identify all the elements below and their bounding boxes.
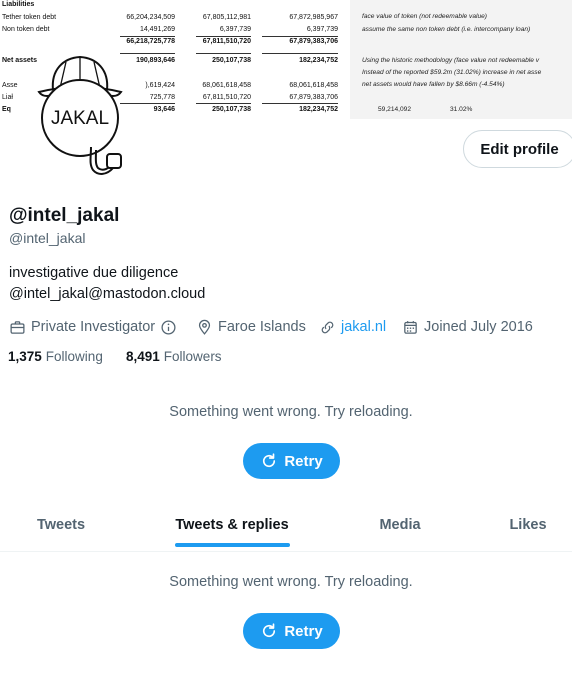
- banner-cell: 250,107,738: [212, 57, 251, 64]
- banner-row-label: Eq: [2, 106, 11, 113]
- divider: [120, 36, 175, 37]
- banner-note: face value of token (not redeemable valu…: [362, 13, 487, 20]
- banner-row-label: Liał: [2, 94, 13, 101]
- info-icon[interactable]: [160, 319, 177, 336]
- error-message: Something went wrong. Try reloading.: [169, 404, 413, 420]
- tab-tweets-and-replies[interactable]: Tweets & replies: [175, 517, 288, 533]
- bio-line: investigative due diligence: [9, 265, 179, 281]
- banner-row-label: Tether token debt: [2, 14, 57, 21]
- bio-line: @intel_jakal@mastodon.cloud: [9, 286, 206, 302]
- banner-note: Instead of the reported $59.2m (31.02%) …: [362, 69, 542, 76]
- user-handle: @intel_jakal: [9, 230, 86, 246]
- location-label: Faroe Islands: [218, 319, 306, 335]
- profile-location: Faroe Islands: [196, 317, 306, 337]
- error-message: Something went wrong. Try reloading.: [169, 574, 413, 590]
- edit-profile-button[interactable]: Edit profile: [463, 130, 572, 168]
- banner-cell: 182,234,752: [299, 57, 338, 64]
- banner-cell: 67,805,112,981: [202, 14, 251, 21]
- following-link[interactable]: 1,375 Following: [8, 349, 103, 364]
- retry-label: Retry: [284, 452, 323, 470]
- banner-note-figure: 31.02%: [450, 106, 473, 113]
- location-pin-icon: [196, 319, 213, 336]
- banner-row-label: Asse: [2, 82, 18, 89]
- banner-cell: 67,879,383,706: [289, 94, 338, 101]
- banner-cell: 67,879,383,706: [289, 38, 338, 45]
- display-name: @intel_jakal: [9, 205, 120, 226]
- banner-note-figure: 59,214,092: [378, 106, 412, 113]
- calendar-icon: [402, 319, 419, 336]
- followers-label: Followers: [163, 349, 222, 364]
- following-label: Following: [45, 349, 103, 364]
- profile-category: Private Investigator: [9, 317, 182, 337]
- tab-likes[interactable]: Likes: [509, 517, 546, 533]
- profile-joined: Joined July 2016: [402, 317, 533, 337]
- retry-button[interactable]: Retry: [243, 613, 340, 649]
- refresh-icon: [263, 623, 276, 638]
- divider: [262, 103, 338, 104]
- divider: [120, 53, 175, 54]
- briefcase-icon: [9, 319, 26, 336]
- banner-cell: 66,218,725,778: [126, 38, 175, 45]
- active-tab-indicator: [175, 543, 290, 547]
- banner-row-label: Net assets: [2, 57, 38, 64]
- divider: [196, 53, 251, 54]
- detective-logo: JAKAL: [37, 55, 123, 175]
- banner-cell: 14,491,269: [139, 26, 175, 33]
- divider: [196, 36, 251, 37]
- banner-cell: 6,397,739: [306, 26, 338, 33]
- divider: [196, 103, 251, 104]
- banner-cell: 68,061,618,458: [202, 82, 251, 89]
- banner-note: net assets would have fallen by $8.66m (…: [362, 81, 505, 88]
- banner-cell: 182,234,752: [299, 106, 338, 113]
- banner-cell: 67,811,510,720: [202, 38, 251, 45]
- banner-row-label: Non token debt: [2, 26, 50, 33]
- divider: [262, 36, 338, 37]
- avatar-text: JAKAL: [51, 108, 109, 129]
- divider: [120, 103, 175, 104]
- banner-notes: face value of token (not redeemable valu…: [350, 0, 572, 119]
- divider: [262, 53, 338, 54]
- website-link[interactable]: jakal.nl: [341, 319, 386, 335]
- banner-row-label: Liabilities: [2, 1, 35, 8]
- following-count: 1,375: [8, 349, 42, 364]
- banner-cell: 6,397,739: [219, 26, 251, 33]
- banner-cell: 67,872,985,967: [289, 14, 338, 21]
- refresh-icon: [263, 453, 276, 468]
- banner-cell: 67,811,510,720: [202, 94, 251, 101]
- banner-note: Using the historic methodology (face val…: [362, 57, 540, 64]
- category-label: Private Investigator: [31, 319, 156, 335]
- link-icon: [319, 319, 336, 336]
- followers-link[interactable]: 8,491 Followers: [126, 349, 222, 364]
- tab-tweets[interactable]: Tweets: [37, 517, 85, 533]
- profile-website[interactable]: jakal.nl: [319, 317, 386, 337]
- joined-label: Joined July 2016: [424, 319, 533, 335]
- banner-note: assume the same non token debt (i.e. int…: [362, 26, 531, 33]
- banner-cell: 250,107,738: [212, 106, 251, 113]
- retry-button[interactable]: Retry: [243, 443, 340, 479]
- tab-media[interactable]: Media: [379, 517, 420, 533]
- banner-cell: 66,204,234,509: [126, 14, 175, 21]
- followers-count: 8,491: [126, 349, 160, 364]
- avatar[interactable]: JAKAL: [33, 52, 127, 182]
- banner-cell: 68,061,618,458: [289, 82, 338, 89]
- retry-label: Retry: [284, 622, 323, 640]
